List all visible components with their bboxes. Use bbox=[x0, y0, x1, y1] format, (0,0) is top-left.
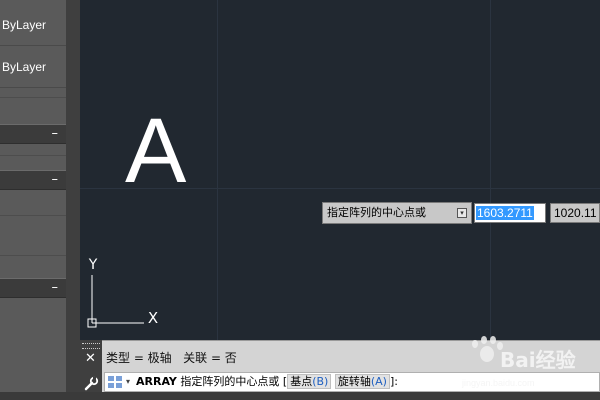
wrench-icon[interactable] bbox=[83, 376, 99, 392]
option-label: 旋转轴 bbox=[337, 375, 371, 388]
ucs-icon: Y X bbox=[87, 257, 158, 328]
status-bar bbox=[0, 392, 600, 400]
command-grid-icon[interactable] bbox=[108, 376, 124, 388]
dynamic-input-prompt-text: 指定阵列的中心点或 bbox=[327, 206, 426, 219]
collapse-icon[interactable]: – bbox=[52, 280, 59, 296]
collapse-icon[interactable]: – bbox=[52, 126, 59, 142]
chevron-down-icon[interactable]: ▾ bbox=[126, 373, 130, 391]
section-header-geometry[interactable]: – bbox=[0, 170, 66, 190]
properties-palette: ByLayer ByLayer – – – bbox=[0, 0, 80, 400]
palette-scroll-strip[interactable] bbox=[66, 0, 80, 400]
x-coordinate-value: 1603.2711 bbox=[476, 206, 534, 220]
y-coordinate-value: 1020.11 bbox=[554, 206, 597, 220]
property-row-linetype[interactable]: ByLayer bbox=[0, 46, 66, 88]
divider bbox=[0, 97, 66, 98]
bracket-close: ]: bbox=[389, 375, 398, 388]
collapse-icon[interactable]: – bbox=[52, 172, 59, 188]
property-value: ByLayer bbox=[2, 18, 47, 32]
close-icon[interactable]: ✕ bbox=[85, 352, 96, 366]
grid-line bbox=[490, 0, 491, 340]
property-row-color[interactable]: ByLayer bbox=[0, 4, 66, 46]
divider bbox=[0, 155, 66, 156]
divider bbox=[0, 255, 66, 256]
command-window-sidebar: ✕ bbox=[80, 340, 102, 400]
dropdown-arrow-icon[interactable]: ▾ bbox=[457, 208, 467, 218]
option-key: (B) bbox=[312, 375, 329, 388]
ucs-x-label: X bbox=[148, 309, 158, 327]
y-coordinate-input[interactable]: 1020.11 bbox=[550, 203, 600, 223]
option-base-point[interactable]: 基点(B) bbox=[287, 374, 332, 389]
text-entity[interactable]: A bbox=[125, 105, 186, 197]
option-label: 基点 bbox=[290, 375, 313, 388]
command-name: ARRAY bbox=[136, 375, 177, 388]
grid-line bbox=[217, 0, 218, 340]
watermark-text: Bai经验 bbox=[500, 348, 576, 372]
watermark-url: jingyan.baidu.com bbox=[462, 378, 535, 388]
section-header-3d[interactable]: – bbox=[0, 124, 66, 144]
option-key: (A) bbox=[370, 375, 387, 388]
dynamic-input-prompt[interactable]: 指定阵列的中心点或 ▾ bbox=[322, 202, 472, 224]
option-rotation-axis[interactable]: 旋转轴(A) bbox=[334, 374, 390, 389]
section-header-misc[interactable]: – bbox=[0, 278, 66, 298]
property-value: ByLayer bbox=[2, 60, 47, 74]
x-coordinate-input[interactable]: 1603.2711 bbox=[474, 203, 546, 223]
drag-grip-icon[interactable] bbox=[82, 343, 100, 349]
drawing-canvas[interactable]: A Y X 指定阵列的中心点或 ▾ 1603.2711 1020.11 bbox=[80, 0, 600, 340]
ucs-y-label: Y bbox=[88, 257, 98, 273]
command-history-line: 类型 = 极轴 关联 = 否 bbox=[106, 351, 237, 365]
divider bbox=[0, 215, 66, 216]
command-prompt: 指定阵列的中心点或 bbox=[180, 375, 280, 388]
